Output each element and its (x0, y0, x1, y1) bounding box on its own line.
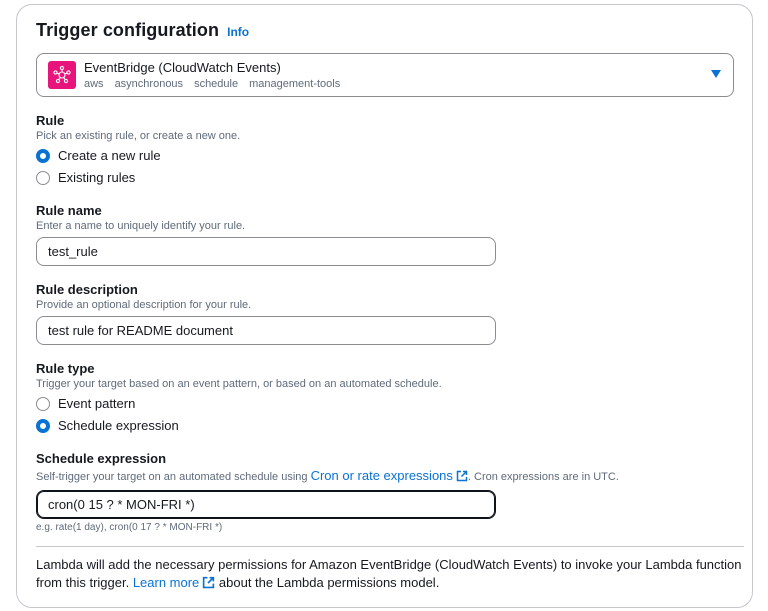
source-tags: aws asynchronous schedule management-too… (84, 77, 340, 91)
radio-button-checked[interactable] (36, 148, 50, 163)
schedule-expression-description: Self-trigger your target on an automated… (36, 468, 619, 483)
note-suffix: about the Lambda permissions model. (215, 575, 440, 590)
rule-description-label: Rule description (36, 282, 138, 297)
rule-description-input[interactable] (36, 316, 496, 345)
radio-existing-rules[interactable]: Existing rules (36, 170, 135, 185)
radio-button-checked[interactable] (36, 418, 50, 433)
radio-label: Existing rules (58, 170, 136, 185)
rule-name-description: Enter a name to uniquely identify your r… (36, 220, 246, 232)
rule-name-label: Rule name (36, 203, 102, 218)
schedule-expression-input[interactable] (36, 490, 496, 519)
cron-rate-expressions-link[interactable]: Cron or rate expressions (311, 468, 468, 483)
source-tag: schedule (194, 77, 239, 90)
eventbridge-icon (48, 61, 76, 89)
permissions-note: Lambda will add the necessary permission… (36, 556, 744, 592)
cron-link-text: Cron or rate expressions (310, 468, 453, 483)
rule-description-hint: Provide an optional description for your… (36, 299, 252, 311)
external-link-icon (456, 470, 468, 482)
source-tag: asynchronous (114, 77, 184, 90)
radio-button[interactable] (36, 396, 50, 411)
learn-more-text: Learn more (132, 575, 200, 590)
rule-type-label: Rule type (36, 361, 95, 376)
learn-more-link[interactable]: Learn more (133, 575, 215, 590)
rule-type-description: Trigger your target based on an event pa… (36, 378, 442, 390)
schedule-expression-hint: e.g. rate(1 day), cron(0 17 ? * MON-FRI … (36, 522, 223, 533)
radio-label: Event pattern (58, 396, 136, 411)
radio-event-pattern[interactable]: Event pattern (36, 396, 135, 411)
divider (36, 546, 744, 547)
radio-schedule-expression[interactable]: Schedule expression (36, 418, 179, 433)
trigger-configuration-card: Trigger configuration Info EventBridge (… (16, 4, 753, 608)
radio-create-new-rule[interactable]: Create a new rule (36, 148, 161, 163)
schedule-desc-prefix: Self-trigger your target on an automated… (36, 471, 311, 483)
schedule-expression-label: Schedule expression (36, 451, 167, 466)
schedule-desc-suffix: . Cron expressions are in UTC. (467, 471, 619, 483)
source-name: EventBridge (CloudWatch Events) (84, 59, 281, 75)
trigger-source-select[interactable]: EventBridge (CloudWatch Events) aws asyn… (36, 53, 734, 97)
radio-label: Schedule expression (58, 418, 179, 433)
page-title: Trigger configuration (36, 20, 220, 40)
rule-label: Rule (36, 113, 65, 128)
title-row: Trigger configuration Info (36, 20, 249, 41)
radio-label: Create a new rule (58, 148, 161, 163)
caret-down-icon (711, 70, 721, 78)
source-tag: aws (84, 77, 104, 90)
info-link[interactable]: Info (227, 25, 249, 39)
radio-button[interactable] (36, 170, 50, 185)
source-text: EventBridge (CloudWatch Events) aws asyn… (84, 60, 340, 91)
external-link-icon (203, 576, 215, 589)
rule-name-input[interactable] (36, 237, 496, 266)
source-tag: management-tools (249, 77, 341, 90)
rule-description-text: Pick an existing rule, or create a new o… (36, 130, 241, 142)
